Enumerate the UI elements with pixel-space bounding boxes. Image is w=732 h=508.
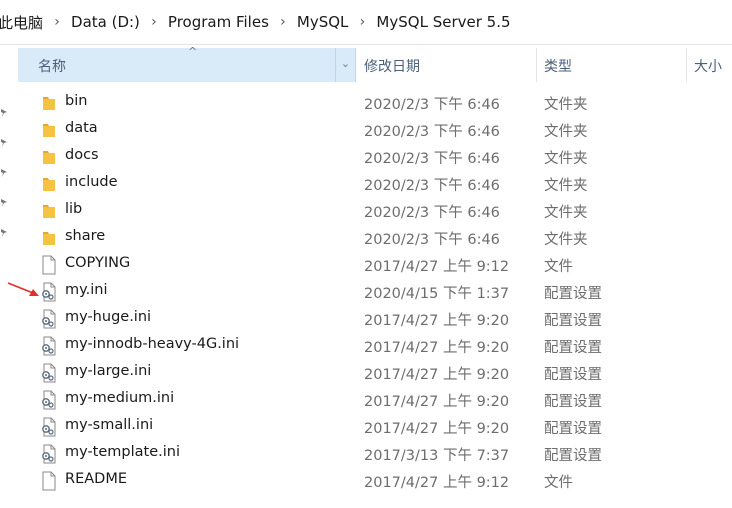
file-type: 配置设置 bbox=[544, 394, 602, 410]
file-modified-date: 2017/4/27 上午 9:20 bbox=[364, 367, 510, 383]
settings-file-icon bbox=[40, 444, 58, 464]
breadcrumb-mysql-server[interactable]: MySQL Server 5.5 bbox=[374, 13, 512, 31]
breadcrumb-separator[interactable]: › bbox=[45, 14, 69, 30]
file-modified-date: 2020/4/15 下午 1:37 bbox=[364, 286, 510, 302]
column-header-name[interactable]: 名称 ^ ⌄ bbox=[18, 45, 356, 82]
file-row[interactable]: bin 2020/2/3 下午 6:46 文件夹 bbox=[0, 89, 732, 116]
file-row[interactable]: docs 2020/2/3 下午 6:46 文件夹 bbox=[0, 143, 732, 170]
file-name: share bbox=[65, 228, 106, 244]
column-header-row: 名称 ^ ⌄ 修改日期 类型 大小 bbox=[18, 45, 732, 82]
file-type: 配置设置 bbox=[544, 421, 602, 437]
settings-file-icon bbox=[40, 309, 58, 329]
file-modified-date: 2017/4/27 上午 9:20 bbox=[364, 394, 510, 410]
file-modified-date: 2020/2/3 下午 6:46 bbox=[364, 178, 500, 194]
folder-icon bbox=[40, 120, 58, 140]
file-modified-date: 2017/4/27 上午 9:20 bbox=[364, 340, 510, 356]
breadcrumb-program-files[interactable]: Program Files bbox=[166, 13, 271, 31]
file-row[interactable]: my-medium.ini 2017/4/27 上午 9:20 配置设置 bbox=[0, 386, 732, 413]
file-type: 文件夹 bbox=[544, 178, 588, 194]
file-type: 文件夹 bbox=[544, 151, 588, 167]
file-row[interactable]: my.ini 2020/4/15 下午 1:37 配置设置 bbox=[0, 278, 732, 305]
file-row[interactable]: share 2020/2/3 下午 6:46 文件夹 bbox=[0, 224, 732, 251]
column-header-size[interactable]: 大小 bbox=[694, 56, 722, 76]
file-row[interactable]: my-template.ini 2017/3/13 下午 7:37 配置设置 bbox=[0, 440, 732, 467]
file-type: 配置设置 bbox=[544, 340, 602, 356]
file-name: include bbox=[65, 174, 118, 190]
folder-icon bbox=[40, 201, 58, 221]
breadcrumb-drive[interactable]: Data (D:) bbox=[69, 13, 142, 31]
file-type: 配置设置 bbox=[544, 367, 602, 383]
settings-file-icon bbox=[40, 336, 58, 356]
sort-ascending-icon: ^ bbox=[188, 45, 198, 58]
file-modified-date: 2020/2/3 下午 6:46 bbox=[364, 151, 500, 167]
settings-file-icon bbox=[40, 282, 58, 302]
file-type: 文件夹 bbox=[544, 124, 588, 140]
file-type: 文件 bbox=[544, 259, 573, 275]
file-modified-date: 2017/3/13 下午 7:37 bbox=[364, 448, 510, 464]
breadcrumb: 此电脑 › Data (D:) › Program Files › MySQL … bbox=[0, 0, 732, 45]
file-row[interactable]: my-small.ini 2017/4/27 上午 9:20 配置设置 bbox=[0, 413, 732, 440]
breadcrumb-mysql[interactable]: MySQL bbox=[295, 13, 351, 31]
file-type: 配置设置 bbox=[544, 313, 602, 329]
file-modified-date: 2017/4/27 上午 9:12 bbox=[364, 475, 510, 491]
file-type: 文件 bbox=[544, 475, 573, 491]
settings-file-icon bbox=[40, 363, 58, 383]
file-row[interactable]: my-large.ini 2017/4/27 上午 9:20 配置设置 bbox=[0, 359, 732, 386]
file-list: bin 2020/2/3 下午 6:46 文件夹 data 2020/2/3 下午 6:… bbox=[0, 89, 732, 494]
column-header-name-label: 名称 bbox=[38, 59, 66, 75]
folder-icon bbox=[40, 174, 58, 194]
file-name: lib bbox=[65, 201, 83, 217]
breadcrumb-separator[interactable]: › bbox=[271, 14, 295, 30]
file-name: my-small.ini bbox=[65, 417, 154, 433]
file-name: COPYING bbox=[65, 255, 131, 271]
file-name: my-medium.ini bbox=[65, 390, 175, 406]
file-name: README bbox=[65, 471, 127, 487]
breadcrumb-separator[interactable]: › bbox=[350, 14, 374, 30]
file-modified-date: 2020/2/3 下午 6:46 bbox=[364, 205, 500, 221]
file-modified-date: 2020/2/3 下午 6:46 bbox=[364, 124, 500, 140]
file-type: 文件夹 bbox=[544, 232, 588, 248]
file-row[interactable]: COPYING 2017/4/27 上午 9:12 文件 bbox=[0, 251, 732, 278]
settings-file-icon bbox=[40, 417, 58, 437]
column-divider[interactable] bbox=[686, 48, 687, 82]
column-divider[interactable] bbox=[536, 48, 537, 82]
file-type: 文件夹 bbox=[544, 97, 588, 113]
file-modified-date: 2020/2/3 下午 6:46 bbox=[364, 232, 500, 248]
file-modified-date: 2020/2/3 下午 6:46 bbox=[364, 97, 500, 113]
file-row[interactable]: my-huge.ini 2017/4/27 上午 9:20 配置设置 bbox=[0, 305, 732, 332]
file-row[interactable]: my-innodb-heavy-4G.ini 2017/4/27 上午 9:20 配… bbox=[0, 332, 732, 359]
file-type: 配置设置 bbox=[544, 448, 602, 464]
folder-icon bbox=[40, 228, 58, 248]
file-modified-date: 2017/4/27 上午 9:20 bbox=[364, 421, 510, 437]
file-name: my-huge.ini bbox=[65, 309, 152, 325]
file-icon bbox=[40, 255, 58, 275]
settings-file-icon bbox=[40, 390, 58, 410]
file-row[interactable]: README 2017/4/27 上午 9:12 文件 bbox=[0, 467, 732, 494]
column-header-date[interactable]: 修改日期 bbox=[364, 56, 420, 76]
file-icon bbox=[40, 471, 58, 491]
file-modified-date: 2017/4/27 上午 9:20 bbox=[364, 313, 510, 329]
file-type: 配置设置 bbox=[544, 286, 602, 302]
file-name: my.ini bbox=[65, 282, 108, 298]
breadcrumb-this-pc[interactable]: 此电脑 bbox=[0, 12, 45, 33]
file-name: my-template.ini bbox=[65, 444, 180, 460]
file-name: bin bbox=[65, 93, 88, 109]
folder-icon bbox=[40, 147, 58, 167]
file-row[interactable]: include 2020/2/3 下午 6:46 文件夹 bbox=[0, 170, 732, 197]
annotation-arrow-icon bbox=[7, 282, 39, 296]
file-row[interactable]: lib 2020/2/3 下午 6:46 文件夹 bbox=[0, 197, 732, 224]
file-modified-date: 2017/4/27 上午 9:12 bbox=[364, 259, 510, 275]
file-type: 文件夹 bbox=[544, 205, 588, 221]
file-name: my-innodb-heavy-4G.ini bbox=[65, 336, 240, 352]
file-row[interactable]: data 2020/2/3 下午 6:46 文件夹 bbox=[0, 116, 732, 143]
folder-icon bbox=[40, 93, 58, 113]
file-name: data bbox=[65, 120, 98, 136]
column-header-type[interactable]: 类型 bbox=[544, 56, 572, 76]
file-name: docs bbox=[65, 147, 99, 163]
breadcrumb-separator[interactable]: › bbox=[142, 14, 166, 30]
column-filter-dropdown-icon[interactable]: ⌄ bbox=[335, 48, 355, 82]
file-name: my-large.ini bbox=[65, 363, 152, 379]
